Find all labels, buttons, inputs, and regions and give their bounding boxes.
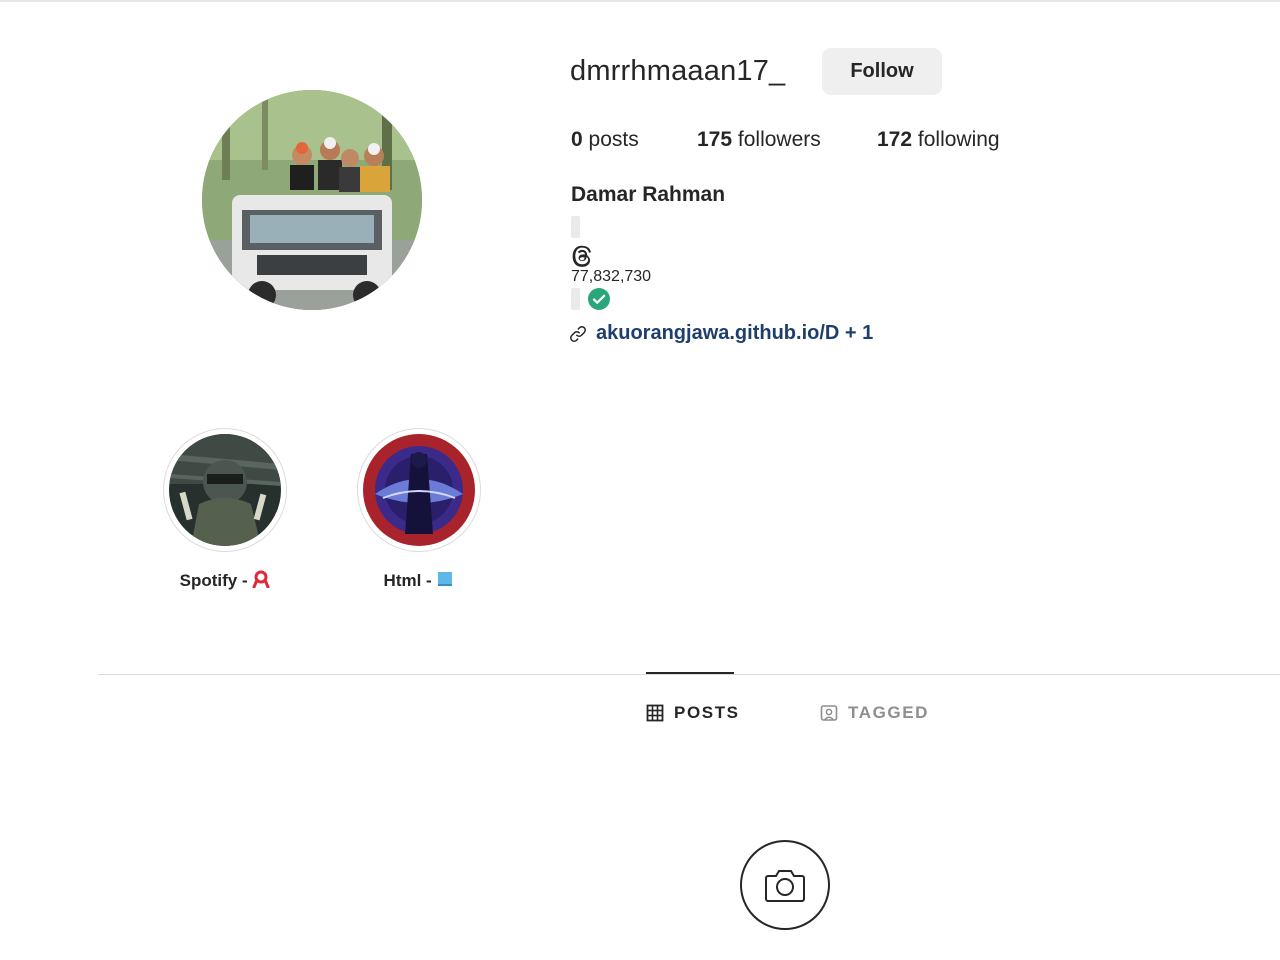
follow-button[interactable]: Follow [822,48,942,95]
highlight-label-text: Html - [383,571,432,590]
tabs-divider [98,674,1280,675]
posts-count: 0 posts [571,128,639,152]
highlight-ring [357,428,481,552]
profile-avatar[interactable] [202,90,422,310]
empty-posts-placeholder [740,840,830,930]
profile-username: dmrrhmaaan17_ [570,55,786,87]
following-link[interactable]: 172 following [877,128,1000,152]
highlight-cover-image [363,434,475,546]
top-border [0,0,1280,2]
tab-tagged[interactable]: TAGGED [820,703,929,723]
posts-count-label: posts [588,128,639,151]
tagged-user-icon [820,705,838,721]
highlight-cover-image [169,434,281,546]
grid-icon [646,704,664,722]
highlight-label: Spotify - [163,570,287,591]
highlight-label-text: Spotify - [179,571,248,590]
followers-count-label: followers [737,128,821,151]
followers-link[interactable]: 175 followers [697,128,821,152]
red-ribbon-icon [252,570,270,589]
bio-blank-line [571,216,580,238]
tab-posts[interactable]: POSTS [646,703,740,723]
highlight-spotify[interactable]: Spotify - [163,428,287,591]
highlight-label: Html - [357,570,481,591]
followers-count-value: 175 [697,128,733,151]
tab-tagged-label: TAGGED [848,703,930,722]
threads-followers-count: 77,832,730 [571,268,652,285]
threads-icon[interactable] [570,244,594,268]
active-tab-indicator [646,672,734,674]
highlight-html[interactable]: Html - [357,428,481,591]
posts-count-value: 0 [571,128,583,151]
link-icon [570,325,586,342]
following-count-value: 172 [877,128,913,151]
profile-full-name: Damar Rahman [571,183,726,206]
profile-link-text[interactable]: akuorangjawa.github.io/D + 1 [596,322,873,345]
profile-page: dmrrhmaaan17_ Follow 0 posts 175 followe… [0,0,1280,960]
profile-link[interactable]: akuorangjawa.github.io/D + 1 [568,322,873,345]
following-count-label: following [917,128,1000,151]
camera-icon [765,870,805,902]
highlight-ring [163,428,287,552]
blue-square-icon [438,572,453,586]
verified-check-icon [588,288,610,310]
bio-blank-line-2 [571,288,580,310]
tab-posts-label: POSTS [674,703,740,722]
